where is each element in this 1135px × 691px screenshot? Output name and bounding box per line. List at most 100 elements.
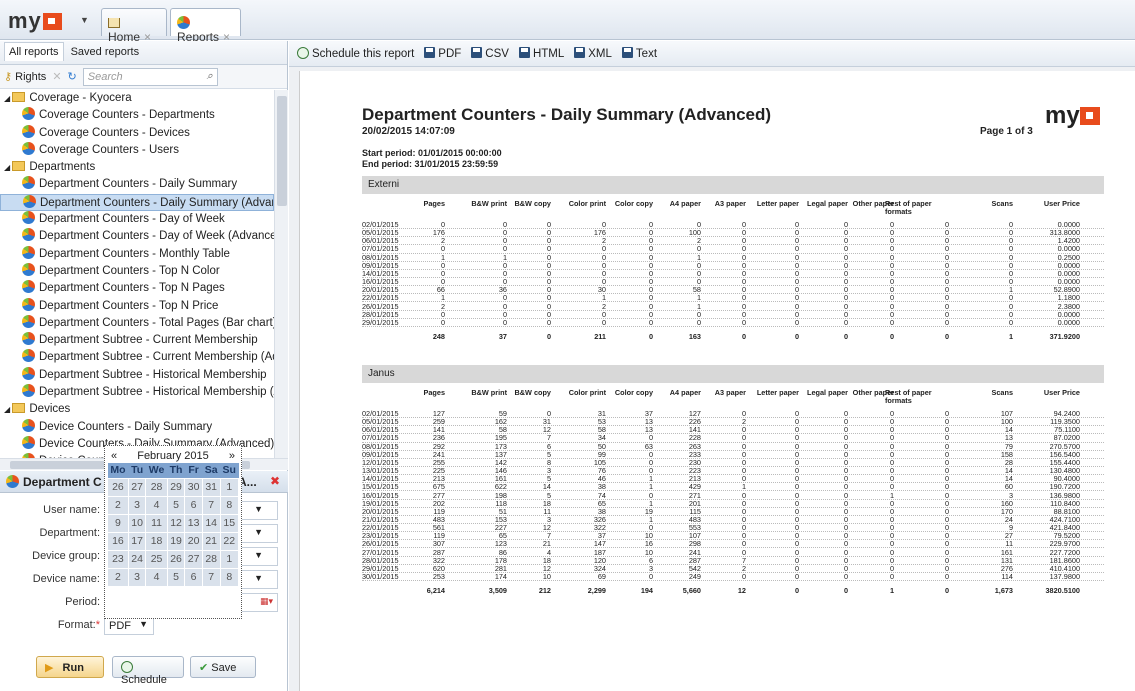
calendar-day[interactable]: 2 bbox=[107, 567, 129, 587]
calendar-icon[interactable]: ▦▾ bbox=[260, 596, 273, 607]
export-xml-button[interactable]: XML bbox=[574, 47, 612, 60]
calendar-day[interactable]: 26 bbox=[107, 477, 129, 497]
schedule-report-button[interactable]: Schedule this report bbox=[297, 47, 414, 60]
tree-item[interactable]: Device Counters - Daily Summary bbox=[0, 418, 274, 436]
calendar-day[interactable]: 2 bbox=[107, 495, 129, 515]
prev-month-button[interactable]: « bbox=[111, 450, 117, 462]
tree-item[interactable]: Department Subtree - Current Membership … bbox=[0, 349, 274, 366]
calendar-day[interactable]: 24 bbox=[127, 549, 147, 569]
delete-icon[interactable]: ✕ bbox=[52, 70, 61, 83]
close-icon[interactable]: ✖ bbox=[270, 474, 280, 488]
tree-item-label: Department Counters - Total Pages (Bar c… bbox=[39, 316, 274, 329]
calendar-day[interactable]: 6 bbox=[184, 495, 203, 515]
tree-item[interactable]: Department Subtree - Historical Membersh… bbox=[0, 366, 274, 384]
calendar-day[interactable]: 7 bbox=[201, 567, 221, 587]
calendar-day[interactable]: 30 bbox=[184, 477, 203, 497]
search-icon[interactable]: ⌕ bbox=[207, 70, 213, 83]
calendar-day[interactable]: 10 bbox=[127, 513, 147, 533]
tab-saved-reports[interactable]: Saved reports bbox=[67, 43, 143, 61]
tree-item[interactable]: Department Subtree - Current Membership bbox=[0, 332, 274, 349]
expand-arrow-icon[interactable]: ◢ bbox=[4, 163, 12, 172]
calendar-day[interactable]: 19 bbox=[166, 531, 186, 551]
calendar-day[interactable]: 25 bbox=[145, 549, 168, 569]
tree-item[interactable]: Department Counters - Daily Summary (Adv… bbox=[0, 193, 274, 212]
export-pdf-button[interactable]: PDF bbox=[424, 47, 461, 60]
calendar-day[interactable]: 29 bbox=[166, 477, 186, 497]
calendar-day[interactable]: 7 bbox=[201, 495, 221, 515]
refresh-icon[interactable]: ↻ bbox=[68, 70, 77, 83]
tree-item[interactable]: Department Counters - Total Pages (Bar c… bbox=[0, 314, 274, 332]
export-html-button[interactable]: HTML bbox=[518, 47, 564, 60]
calendar-day[interactable]: 5 bbox=[166, 567, 186, 587]
calendar-day[interactable]: 3 bbox=[127, 567, 147, 587]
calendar-day[interactable]: 1 bbox=[219, 477, 239, 497]
calendar-day[interactable]: 21 bbox=[201, 531, 221, 551]
tree-item[interactable]: Department Counters - Day of Week bbox=[0, 211, 274, 228]
calendar-day[interactable]: 9 bbox=[107, 513, 129, 533]
calendar-day[interactable]: 1 bbox=[219, 549, 239, 569]
dropdown-arrow-icon[interactable]: ▼ bbox=[254, 504, 263, 514]
tree-item[interactable]: Coverage Counters - Devices bbox=[0, 124, 274, 142]
calendar-day[interactable]: 18 bbox=[145, 531, 168, 551]
tree-item[interactable]: Coverage Counters - Departments bbox=[0, 107, 274, 124]
scroll-thumb[interactable] bbox=[277, 96, 287, 206]
run-button[interactable]: ▶ Run bbox=[36, 656, 104, 678]
calendar-day[interactable]: 5 bbox=[166, 495, 186, 515]
calendar-day[interactable]: 11 bbox=[145, 513, 168, 533]
search-input[interactable]: Search ⌕ bbox=[82, 67, 218, 86]
tree-folder[interactable]: ◢ Devices bbox=[0, 401, 274, 418]
calendar-day[interactable]: 3 bbox=[127, 495, 147, 515]
tree-item-label: Departments bbox=[29, 161, 96, 174]
calendar-day[interactable]: 12 bbox=[166, 513, 186, 533]
tab-reports[interactable]: Reports × bbox=[170, 8, 241, 44]
tree-item[interactable]: Department Counters - Top N Color bbox=[0, 262, 274, 280]
tree-item[interactable]: Department Counters - Monthly Table bbox=[0, 245, 274, 263]
calendar-day[interactable]: 17 bbox=[127, 531, 147, 551]
tree-item[interactable]: Department Counters - Daily Summary bbox=[0, 176, 274, 193]
tree-item[interactable]: Department Subtree - Historical Membersh… bbox=[0, 384, 274, 401]
tree-vertical-scrollbar[interactable] bbox=[274, 90, 288, 458]
dropdown-arrow-icon[interactable]: ▼ bbox=[254, 527, 263, 537]
tree-item[interactable]: Department Counters - Top N Pages bbox=[0, 280, 274, 297]
expand-arrow-icon[interactable]: ◢ bbox=[4, 94, 12, 103]
calendar-day[interactable]: 20 bbox=[184, 531, 203, 551]
calendar-day[interactable]: 6 bbox=[184, 567, 203, 587]
calendar-day[interactable]: 26 bbox=[166, 549, 186, 569]
calendar-day[interactable]: 15 bbox=[219, 513, 239, 533]
calendar-day[interactable]: 27 bbox=[127, 477, 147, 497]
menu-chevron-down-icon[interactable]: ▼ bbox=[80, 15, 89, 25]
calendar-day[interactable]: 8 bbox=[219, 495, 239, 515]
export-csv-button[interactable]: CSV bbox=[471, 47, 509, 60]
export-text-button[interactable]: Text bbox=[621, 47, 657, 60]
tree-folder[interactable]: ◢ Coverage - Kyocera bbox=[0, 90, 274, 107]
calendar-day[interactable]: 27 bbox=[184, 549, 203, 569]
dropdown-arrow-icon[interactable]: ▼ bbox=[254, 550, 263, 560]
next-month-button[interactable]: » bbox=[229, 450, 235, 462]
myq-logo[interactable]: my bbox=[8, 8, 62, 34]
calendar-day[interactable]: 23 bbox=[107, 549, 129, 569]
tab-all-reports[interactable]: All reports bbox=[4, 42, 64, 61]
date-picker-calendar[interactable]: « February 2015 » Mo Tu We Th Fr Sa Su 26 27 28 2… bbox=[104, 445, 242, 619]
expand-arrow-icon[interactable]: ◢ bbox=[4, 405, 12, 414]
save-button[interactable]: ✔ Save bbox=[190, 656, 256, 678]
calendar-day[interactable]: 4 bbox=[145, 567, 168, 587]
calendar-day[interactable]: 8 bbox=[219, 567, 239, 587]
calendar-day[interactable]: 22 bbox=[219, 531, 239, 551]
calendar-day[interactable]: 13 bbox=[184, 513, 203, 533]
calendar-day[interactable]: 14 bbox=[201, 513, 221, 533]
dropdown-arrow-icon[interactable]: ▼ bbox=[139, 619, 148, 629]
tree-folder[interactable]: ◢ Departments bbox=[0, 159, 274, 176]
tab-home[interactable]: Home × bbox=[101, 8, 167, 44]
tree-item[interactable]: Department Counters - Top N Price bbox=[0, 297, 274, 315]
tree-item[interactable]: Coverage Counters - Users bbox=[0, 141, 274, 159]
calendar-day[interactable]: 4 bbox=[145, 495, 168, 515]
rights-button[interactable]: ⚷ Rights bbox=[4, 70, 46, 83]
calendar-day[interactable]: 28 bbox=[145, 477, 168, 497]
schedule-button[interactable]: Schedule bbox=[112, 656, 184, 686]
calendar-day[interactable]: 28 bbox=[201, 549, 221, 569]
calendar-month-label[interactable]: February 2015 bbox=[137, 450, 209, 462]
calendar-day[interactable]: 31 bbox=[201, 477, 221, 497]
calendar-day[interactable]: 16 bbox=[107, 531, 129, 551]
dropdown-arrow-icon[interactable]: ▼ bbox=[254, 573, 263, 583]
tree-item[interactable]: Department Counters - Day of Week (Advan… bbox=[0, 228, 274, 245]
